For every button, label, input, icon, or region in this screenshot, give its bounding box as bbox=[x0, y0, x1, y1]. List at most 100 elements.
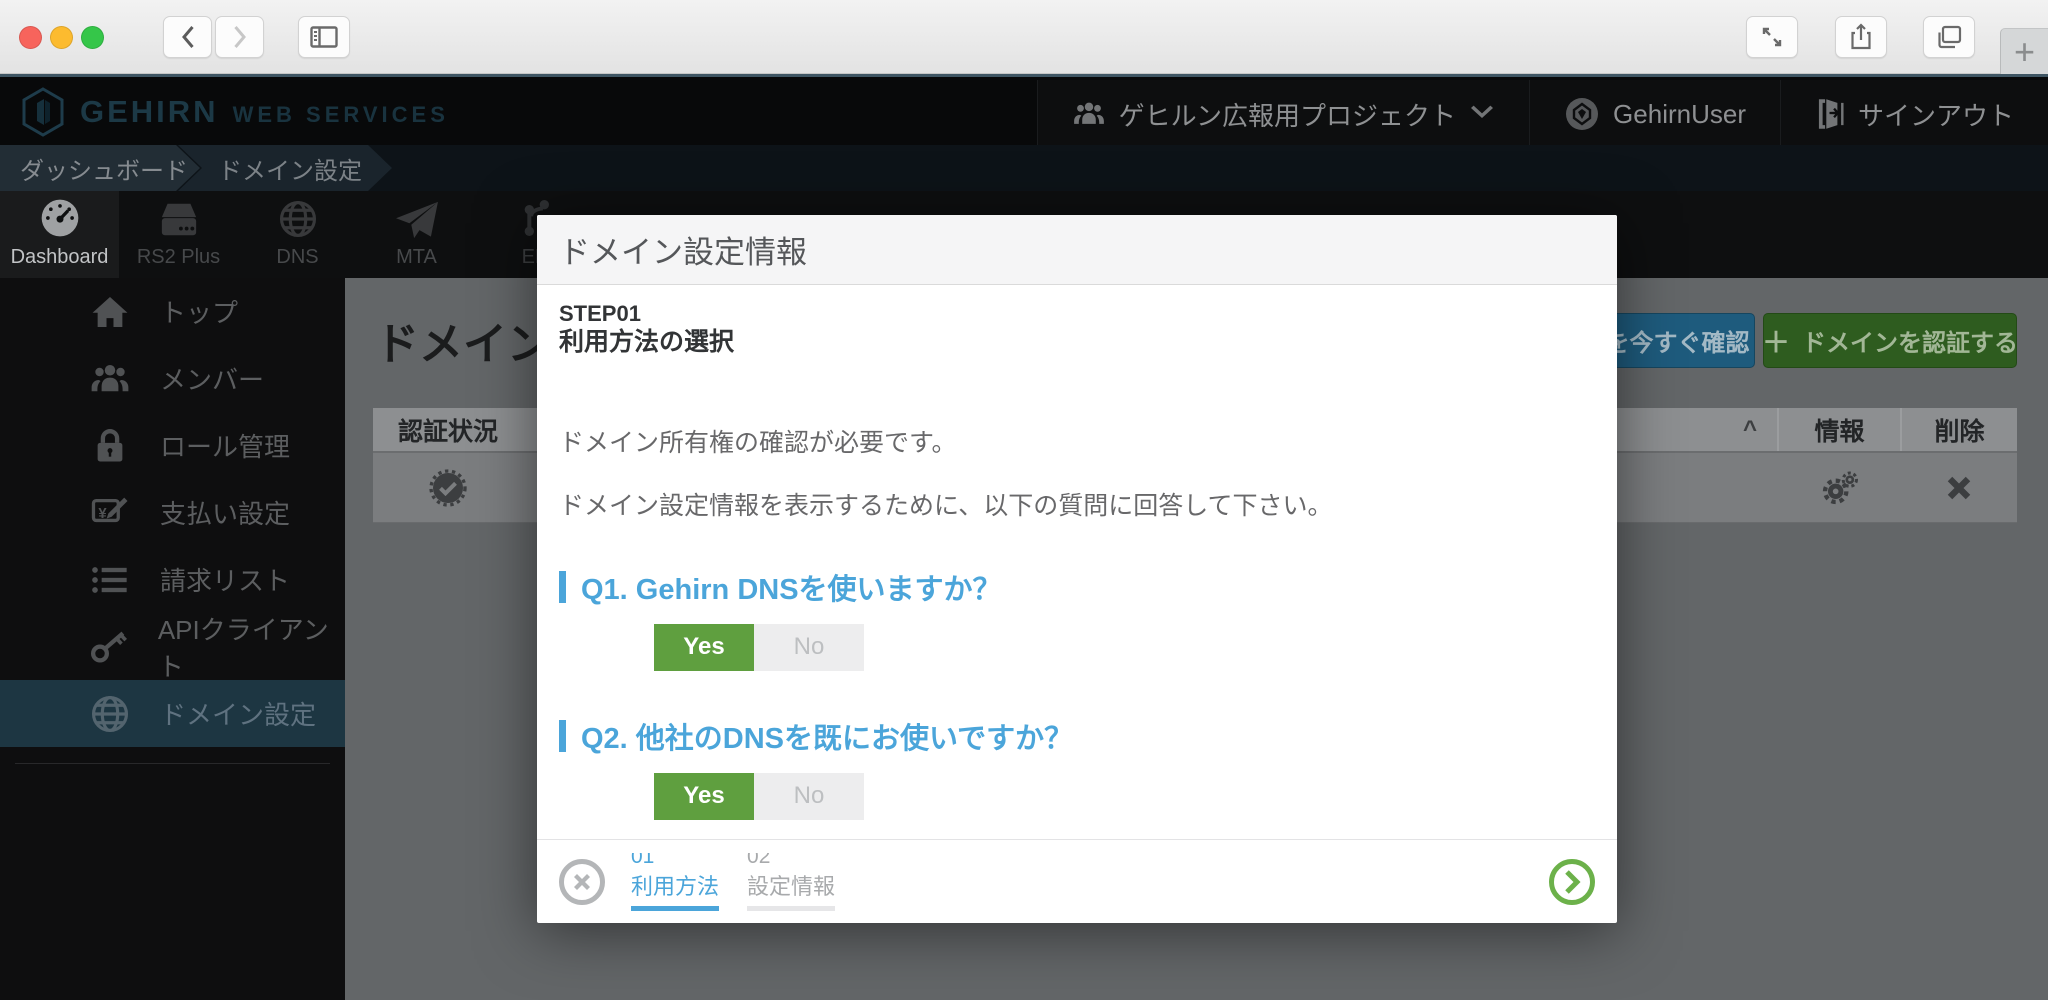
sidebar: トップメンバーロール管理 ¥ 支払い設定請求リスト APIクライアントドメイン設定 bbox=[0, 278, 345, 1000]
check-now-button[interactable]: を今すぐ確認 bbox=[1600, 313, 1755, 368]
nav-label: RS2 Plus bbox=[137, 246, 220, 269]
expand-arrows-icon bbox=[1760, 25, 1784, 49]
signout-button[interactable]: サインアウト bbox=[1780, 80, 2048, 148]
sidebar-panel-icon bbox=[310, 26, 338, 48]
step-title: 利用方法の選択 bbox=[559, 327, 1593, 358]
people-group-icon bbox=[1072, 101, 1106, 127]
gauge-icon bbox=[38, 198, 82, 240]
sidebar-toggle-button[interactable] bbox=[298, 16, 350, 58]
minimize-window-button[interactable] bbox=[50, 26, 73, 49]
close-window-button[interactable] bbox=[19, 26, 42, 49]
brand-suffix: WEB SERVICES bbox=[233, 102, 449, 128]
modal-paragraph: ドメイン所有権の確認が必要です。 bbox=[559, 423, 1593, 459]
breadcrumb-domain-settings[interactable]: ドメイン設定 bbox=[178, 145, 392, 191]
sidebar-item-label: APIクライアント bbox=[158, 610, 345, 684]
sidebar-item-ドメイン設定[interactable]: ドメイン設定 bbox=[0, 680, 345, 747]
delete-cell[interactable] bbox=[1900, 470, 2017, 506]
nav-mta[interactable]: MTA bbox=[357, 191, 476, 278]
plus-icon: + bbox=[2014, 34, 2035, 70]
brand-name: GEHIRN bbox=[80, 94, 219, 130]
list-icon bbox=[88, 564, 132, 596]
share-button[interactable] bbox=[1835, 16, 1887, 58]
members-icon bbox=[88, 363, 132, 395]
tab-overview-icon bbox=[1936, 25, 1962, 49]
sidebar-item-label: ロール管理 bbox=[160, 427, 290, 464]
sidebar-item-APIクライアント[interactable]: APIクライアント bbox=[0, 613, 345, 680]
globe-icon bbox=[88, 693, 132, 735]
modal-header: ドメイン設定情報 bbox=[537, 215, 1617, 285]
user-menu[interactable]: GehirnUser bbox=[1529, 80, 1780, 148]
sort-chevron-icon: ^ bbox=[1743, 416, 1757, 444]
accent-bar bbox=[559, 720, 566, 752]
sidebar-item-請求リスト[interactable]: 請求リスト bbox=[0, 546, 345, 613]
step-num: 02 bbox=[747, 853, 835, 868]
question-text: Q2. 他社のDNSを既にお使いですか？ bbox=[581, 715, 1073, 757]
close-modal-button[interactable] bbox=[559, 859, 605, 905]
gehirn-circle-icon bbox=[1564, 96, 1600, 132]
modal-body: STEP01 利用方法の選択 ドメイン所有権の確認が必要です。 ドメイン設定情報… bbox=[537, 285, 1617, 839]
browser-toolbar: + bbox=[0, 0, 2048, 74]
payment-icon: ¥ bbox=[88, 494, 132, 532]
home-icon bbox=[88, 295, 132, 329]
step-underline bbox=[747, 906, 835, 911]
svg-text:¥: ¥ bbox=[98, 506, 107, 522]
question-1-toggle: YesNo bbox=[654, 624, 1593, 671]
x-mark-icon bbox=[1941, 470, 1977, 506]
chevron-right-icon bbox=[232, 25, 248, 49]
col-delete: 削除 bbox=[1900, 408, 2017, 451]
tab-overview-button[interactable] bbox=[1923, 16, 1975, 58]
step-underline bbox=[631, 906, 719, 911]
new-tab-button[interactable]: + bbox=[2000, 28, 2048, 74]
zoom-window-button[interactable] bbox=[81, 26, 104, 49]
accent-bar bbox=[559, 571, 566, 603]
chevron-left-icon bbox=[180, 25, 196, 49]
col-auth-status: 認証状況 bbox=[373, 408, 523, 451]
auth-status-cell bbox=[373, 468, 523, 508]
sidebar-item-メンバー[interactable]: メンバー bbox=[0, 345, 345, 412]
plus-icon: ＋ bbox=[1762, 321, 1790, 361]
breadcrumb-dashboard[interactable]: ダッシュボード bbox=[0, 145, 200, 191]
chevron-down-icon bbox=[1469, 105, 1495, 123]
nav-label: Dashboard bbox=[11, 246, 109, 269]
next-step-button[interactable] bbox=[1549, 859, 1595, 905]
question-1-yes-button[interactable]: Yes bbox=[654, 624, 754, 671]
nav-label: MTA bbox=[396, 246, 437, 269]
breadcrumb: ダッシュボード ドメイン設定 bbox=[0, 145, 2048, 191]
nav-dashboard[interactable]: Dashboard bbox=[0, 191, 119, 278]
question-1-no-button[interactable]: No bbox=[754, 624, 864, 671]
step-number: STEP01 bbox=[559, 301, 1593, 327]
close-icon bbox=[571, 871, 593, 893]
project-selector[interactable]: ゲヒルン広報用プロジェクト bbox=[1037, 80, 1529, 148]
nav-label: DNS bbox=[276, 246, 318, 269]
wizard-steps: 01利用方法 02設定情報 bbox=[631, 853, 835, 911]
nav-dns[interactable]: DNS bbox=[238, 191, 357, 278]
info-cell[interactable] bbox=[1777, 468, 1900, 508]
paper-plane-icon bbox=[394, 198, 440, 240]
question-2-heading: Q2. 他社のDNSを既にお使いですか？ bbox=[559, 715, 1593, 757]
modal-title: ドメイン設定情報 bbox=[559, 227, 807, 272]
screen: + GEHIRN WEB SERVICES bbox=[0, 0, 2048, 1000]
check-badge-icon bbox=[428, 468, 468, 508]
sidebar-item-トップ[interactable]: トップ bbox=[0, 278, 345, 345]
forward-button[interactable] bbox=[215, 16, 264, 58]
user-name: GehirnUser bbox=[1613, 99, 1746, 130]
back-button[interactable] bbox=[163, 16, 212, 58]
sidebar-item-支払い設定[interactable]: ¥ 支払い設定 bbox=[0, 479, 345, 546]
step-label: 利用方法 bbox=[631, 869, 719, 901]
question-2-no-button[interactable]: No bbox=[754, 773, 864, 820]
gehirn-logo[interactable]: GEHIRN WEB SERVICES bbox=[20, 87, 449, 137]
question-2-yes-button[interactable]: Yes bbox=[654, 773, 754, 820]
sidebar-item-ロール管理[interactable]: ロール管理 bbox=[0, 412, 345, 479]
fullscreen-button[interactable] bbox=[1746, 16, 1798, 58]
question-1-heading: Q1. Gehirn DNSを使いますか？ bbox=[559, 566, 1593, 608]
modal-footer: 01利用方法 02設定情報 bbox=[537, 839, 1617, 923]
verify-domain-button[interactable]: ＋ ドメインを認証する bbox=[1763, 313, 2017, 368]
sidebar-item-label: 請求リスト bbox=[160, 561, 290, 598]
wizard-step-01[interactable]: 01利用方法 bbox=[631, 853, 719, 911]
wizard-step-02[interactable]: 02設定情報 bbox=[747, 853, 835, 911]
sidebar-divider bbox=[15, 763, 330, 764]
project-name: ゲヒルン広報用プロジェクト bbox=[1119, 96, 1456, 133]
step-label: 設定情報 bbox=[747, 869, 835, 901]
sidebar-item-label: 支払い設定 bbox=[160, 494, 290, 531]
nav-rs2-plus[interactable]: RS2 Plus bbox=[119, 191, 238, 278]
